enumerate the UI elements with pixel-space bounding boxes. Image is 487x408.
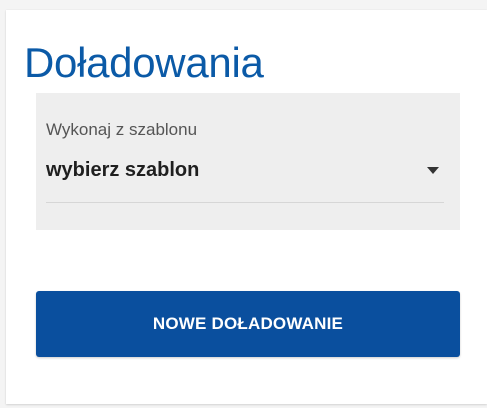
- template-select-value: wybierz szablon: [46, 159, 200, 181]
- topup-card: Doładowania Wykonaj z szablonu wybierz s…: [6, 10, 487, 404]
- page-title: Doładowania: [24, 39, 264, 86]
- chevron-down-shape: [427, 167, 439, 174]
- template-select-panel: Wykonaj z szablonu wybierz szablon: [36, 93, 460, 230]
- template-select[interactable]: wybierz szablon: [46, 151, 444, 203]
- chevron-down-icon[interactable]: [426, 165, 440, 175]
- new-topup-button[interactable]: NOWE DOŁADOWANIE: [36, 291, 460, 357]
- template-select-label: Wykonaj z szablonu: [46, 120, 198, 139]
